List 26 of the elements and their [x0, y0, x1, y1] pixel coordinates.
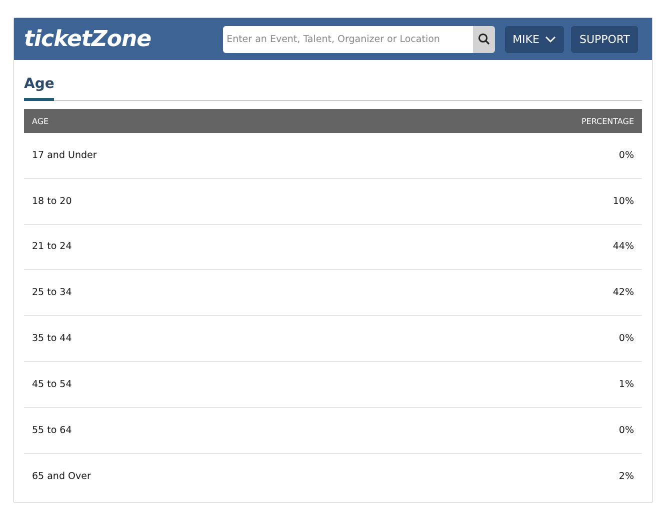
tab[interactable]: Age	[24, 76, 54, 101]
table-cell: 0%	[618, 424, 634, 436]
table-cell: 2%	[618, 470, 634, 482]
table-cell: 0%	[618, 333, 634, 344]
table-cell: 25 to 34	[32, 287, 72, 298]
table-cell: 10%	[612, 196, 634, 207]
search-button[interactable]	[472, 26, 495, 52]
user-menu-button[interactable]: MIKE	[504, 26, 564, 52]
table-cell: 1%	[618, 378, 634, 390]
support-button[interactable]: SUPPORT	[571, 26, 638, 52]
chevron-down-icon	[545, 36, 556, 42]
column-header: PERCENTAGE	[581, 116, 634, 126]
column-header: AGE	[32, 116, 49, 126]
table-cell: 45 to 54	[32, 378, 72, 390]
search-icon	[478, 33, 490, 45]
search-field[interactable]: Enter an Event, Talent, Organizer or Location	[222, 26, 473, 52]
table-cell: 0%	[618, 150, 634, 161]
table-cell: 17 and Under	[32, 150, 97, 161]
table-cell: 42%	[612, 287, 634, 298]
table-cell: 18 to 20	[32, 196, 72, 207]
table-cell: 55 to 64	[32, 424, 72, 436]
table-cell: 44%	[612, 241, 634, 252]
table-cell: 35 to 44	[32, 333, 72, 344]
logo[interactable]: ticketZone	[24, 26, 216, 52]
table-cell: 21 to 24	[32, 241, 72, 252]
table-cell: 65 and Over	[32, 470, 91, 482]
